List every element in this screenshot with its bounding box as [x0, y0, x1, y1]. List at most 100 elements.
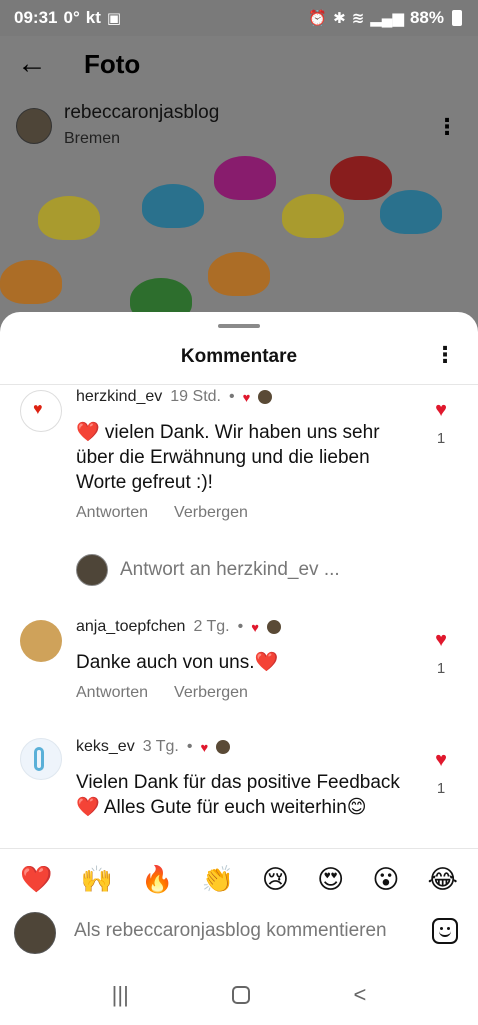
comment-username[interactable]: keks_ev — [76, 738, 135, 756]
sticker-smile — [439, 931, 451, 937]
status-time: 09:31 — [14, 8, 58, 27]
heart-icon: ♥ — [242, 389, 251, 405]
comment-input-row: Als rebeccaronjasblog kommentieren — [0, 908, 478, 964]
comment-header: herzkind_ev 19 Std. • ♥ — [76, 388, 273, 406]
page-title: Foto — [84, 48, 141, 79]
like-count: 1 — [436, 430, 446, 447]
author-avatar — [216, 740, 231, 754]
comment-time: 2 Tg. — [193, 618, 230, 635]
comment-item: keks_ev 3 Tg. • ♥ Vielen Dank für das po… — [0, 738, 478, 846]
reply-prompt[interactable]: Antwort an herzkind_ev ... — [76, 554, 340, 586]
comment-item: ♥ herzkind_ev 19 Std. • ♥ ❤️ vielen Dank… — [0, 388, 478, 528]
hand-shape — [0, 260, 62, 304]
recent-apps-icon[interactable]: ||| — [112, 982, 129, 1008]
avatar — [76, 554, 108, 586]
comment-item: anja_toepfchen 2 Tg. • ♥ Danke auch von … — [0, 618, 478, 708]
sticker-eye — [447, 927, 450, 930]
heart-icon[interactable]: ♥ — [426, 630, 456, 650]
sticker-icon[interactable] — [432, 918, 458, 944]
heart-icon[interactable]: ♥ — [426, 400, 456, 420]
avatar[interactable] — [16, 108, 52, 144]
drag-handle[interactable] — [218, 324, 260, 328]
emoji-quick-bar: ❤️ 🙌 🔥 👏 😢 😍 😮 😂 — [0, 848, 478, 908]
heart-icon[interactable]: ♥ — [426, 750, 456, 770]
more-vertical-icon[interactable]: ⋮ — [434, 344, 456, 366]
bluetooth-icon: ✱ — [333, 10, 346, 27]
reply-button[interactable]: Antworten — [76, 504, 148, 522]
app-bar: ← Foto — [0, 36, 478, 92]
divider — [0, 384, 478, 385]
separator-dot: • — [228, 388, 235, 405]
avatar[interactable]: ♥ — [20, 390, 62, 432]
comment-text: ❤️ vielen Dank. Wir haben uns sehr über … — [76, 422, 380, 493]
post-header: rebeccaronjasblog Bremen ⋮ — [0, 92, 478, 156]
hand-shape — [142, 184, 204, 228]
avatar[interactable] — [20, 620, 62, 662]
like-count: 1 — [436, 660, 446, 677]
comment-input[interactable]: Als rebeccaronjasblog kommentieren — [74, 920, 418, 942]
hide-button[interactable]: Verbergen — [174, 504, 248, 522]
hand-shape — [214, 156, 276, 200]
emoji-fire[interactable]: 🔥 — [141, 866, 173, 892]
more-vertical-icon[interactable]: ⋮ — [436, 114, 458, 140]
heart-icon: ♥ — [251, 619, 259, 635]
separator-dot: • — [237, 618, 244, 635]
like-box: ♥ 1 — [426, 400, 456, 447]
comment-actions: Antworten Verbergen — [76, 504, 248, 522]
post-image — [0, 156, 478, 336]
comment-actions: Antworten Verbergen — [76, 684, 248, 702]
comment-username[interactable]: herzkind_ev — [76, 388, 162, 406]
status-carrier: kt — [85, 8, 101, 27]
status-temperature: 0° — [63, 8, 80, 27]
post-location[interactable]: Bremen — [64, 130, 120, 148]
wifi-icon: ≋ — [351, 10, 365, 27]
emoji-heart-eyes[interactable]: 😍 — [317, 866, 344, 892]
comments-sheet: Kommentare ⋮ ♥ herzkind_ev 19 Std. • ♥ ❤… — [0, 312, 478, 1025]
battery-percent: 88% — [409, 8, 444, 27]
gallery-icon: ▣ — [106, 10, 122, 27]
system-nav-bar: ||| < — [0, 964, 478, 1025]
comment-username[interactable]: anja_toepfchen — [76, 618, 185, 636]
hide-button[interactable]: Verbergen — [174, 684, 248, 702]
author-avatar — [258, 390, 273, 404]
comment-time: 19 Std. — [170, 388, 221, 405]
hand-shape — [330, 156, 392, 200]
hand-shape — [38, 196, 100, 240]
emoji-heart[interactable]: ❤️ — [20, 866, 52, 892]
like-box: ♥ 1 — [426, 630, 456, 677]
separator-dot: • — [186, 738, 193, 755]
comment-header: anja_toepfchen 2 Tg. • ♥ — [76, 618, 281, 636]
logo-mark — [34, 747, 44, 771]
hand-shape — [282, 194, 344, 238]
back-icon[interactable]: < — [353, 982, 366, 1008]
heart-icon: ♥ — [200, 739, 209, 755]
home-icon[interactable] — [232, 985, 251, 1004]
battery-icon — [452, 10, 462, 26]
comment-text: Vielen Dank für das positive Feedback❤️ … — [76, 772, 400, 818]
alarm-icon: ⏰ — [308, 10, 328, 27]
emoji-surprised[interactable]: 😮 — [372, 866, 399, 892]
arrow-left-icon[interactable]: ← — [0, 47, 64, 81]
emoji-raising-hands[interactable]: 🙌 — [81, 866, 113, 892]
sticker-eye — [440, 927, 443, 930]
comment-time: 3 Tg. — [142, 738, 179, 755]
reply-prompt-text: Antwort an herzkind_ev ... — [120, 559, 340, 580]
emoji-clapping[interactable]: 👏 — [201, 866, 233, 892]
comment-text: Danke auch von uns.❤️ — [76, 652, 279, 673]
status-bar: 09:31 0° kt ▣ ⏰ ✱ ≋ ▂▄▆ 88% — [0, 0, 478, 36]
avatar[interactable] — [20, 738, 62, 780]
avatar — [14, 912, 56, 954]
hand-shape — [208, 252, 270, 296]
hand-shape — [380, 190, 442, 234]
author-avatar — [266, 620, 281, 634]
heart-icon: ♥ — [33, 401, 43, 418]
reply-button[interactable]: Antworten — [76, 684, 148, 702]
like-count: 1 — [436, 780, 446, 797]
emoji-crying[interactable]: 😢 — [262, 866, 289, 892]
post-username[interactable]: rebeccaronjasblog — [64, 102, 219, 124]
emoji-laughing[interactable]: 😂 — [428, 866, 458, 892]
signal-icon: ▂▄▆ — [370, 10, 404, 27]
like-box: ♥ 1 — [426, 750, 456, 797]
comment-header: keks_ev 3 Tg. • ♥ — [76, 738, 231, 756]
sheet-title: Kommentare — [180, 346, 298, 367]
